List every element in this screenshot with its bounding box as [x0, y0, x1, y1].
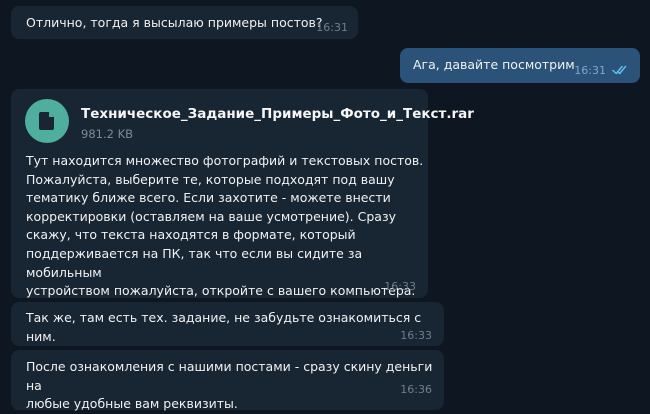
file-message-bubble[interactable]: Техническое_Задание_Примеры_Фото_и_Текст…: [11, 89, 474, 299]
message-bubble[interactable]: После ознакомления с нашими постами - ср…: [11, 350, 444, 411]
file-download-button[interactable]: [25, 99, 69, 143]
message-time: 16:33: [400, 329, 432, 342]
message-bubble[interactable]: Так же, там есть тех. задание, не забудь…: [11, 302, 444, 346]
message-text: Ага, давайте посмотрим: [413, 57, 575, 72]
message-text: После ознакомления с нашими постами - ср…: [26, 359, 433, 412]
message-time: 16:33: [384, 280, 416, 293]
message-time: 16:31: [574, 64, 606, 77]
message-text: Отлично, тогда я высылаю примеры постов?: [26, 15, 323, 30]
message-bubble-outgoing[interactable]: Ага, давайте посмотрим 16:31: [400, 48, 640, 83]
file-name[interactable]: Техническое_Задание_Примеры_Фото_и_Текст…: [81, 106, 474, 122]
message-time: 16:36: [400, 383, 432, 396]
file-size: 981.2 KB: [81, 127, 134, 141]
message-text: Так же, там есть тех. задание, не забудь…: [26, 310, 422, 344]
message-bubble[interactable]: Отлично, тогда я высылаю примеры постов?…: [11, 6, 358, 39]
message-time: 16:31: [316, 21, 348, 34]
message-text: Тут находится множество фотографий и тек…: [26, 153, 424, 299]
double-check-icon: [612, 65, 627, 75]
document-icon: [39, 112, 54, 130]
